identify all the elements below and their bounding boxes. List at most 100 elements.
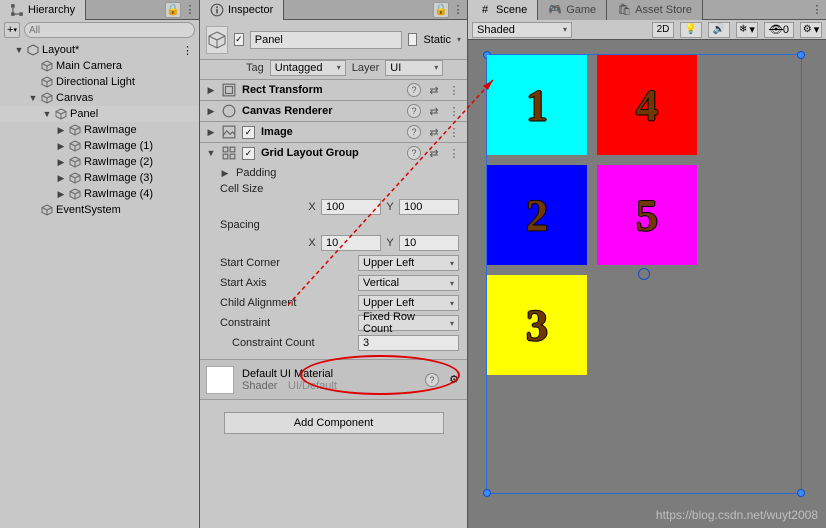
tag-dropdown[interactable]: Untagged▾ <box>270 60 346 76</box>
foldout-icon[interactable]: ▶ <box>56 189 66 199</box>
gizmos-toggle[interactable]: ⚙▾ <box>800 22 822 38</box>
constraint-value: Fixed Row Count <box>363 311 446 335</box>
hierarchy-search-input[interactable] <box>24 22 195 38</box>
grid-enabled-checkbox[interactable]: ✓ <box>242 147 255 160</box>
constraintcount-field[interactable]: 3 <box>358 335 459 351</box>
foldout-icon[interactable]: ▶ <box>56 125 66 135</box>
scene-tab[interactable]: # Scene <box>468 0 538 20</box>
hidden-toggle[interactable]: 👁0 <box>764 22 794 38</box>
grid-foldout[interactable]: ▼ <box>206 148 216 158</box>
foldout-icon[interactable] <box>28 205 38 215</box>
foldout-icon[interactable] <box>28 77 38 87</box>
gameobject-header: ✓ Static ▾ <box>200 20 467 60</box>
img-foldout[interactable]: ▶ <box>206 127 216 137</box>
gameobject-icon[interactable] <box>206 26 228 54</box>
startcorner-dropdown[interactable]: Upper Left▾ <box>358 255 459 271</box>
cellsize-x-field[interactable]: 100 <box>321 199 381 215</box>
image-enabled-checkbox[interactable]: ✓ <box>242 126 255 139</box>
spacing-y-field[interactable]: 10 <box>399 235 459 251</box>
cr-foldout[interactable]: ▶ <box>206 106 216 116</box>
context-menu-icon[interactable]: ⋮ <box>447 105 461 118</box>
mode-2d-toggle[interactable]: 2D <box>652 22 674 38</box>
tag-label: Tag <box>246 62 264 74</box>
cr-title: Canvas Renderer <box>242 105 401 117</box>
create-button[interactable]: +▾ <box>4 22 20 38</box>
audio-toggle[interactable]: 🔊 <box>708 22 730 38</box>
assetstore-tab[interactable]: 🛍 Asset Store <box>607 0 703 20</box>
cube-icon <box>68 187 82 201</box>
padding-foldout[interactable]: ▶ <box>220 168 230 178</box>
gameobject-name-field[interactable] <box>250 31 402 49</box>
hierarchy-tab[interactable]: Hierarchy <box>0 0 86 20</box>
tree-item-menu-icon[interactable]: ⋮ <box>182 44 197 57</box>
static-dropdown-icon[interactable]: ▾ <box>457 35 461 44</box>
scene-toolbar: Shaded▾ 2D 💡 🔊 ❄▾ 👁0 ⚙▾ <box>468 20 826 40</box>
scene-icon: # <box>478 3 492 17</box>
foldout-icon[interactable]: ▼ <box>14 45 24 55</box>
startaxis-value: Vertical <box>363 277 399 289</box>
help-icon[interactable]: ? <box>407 146 421 160</box>
startaxis-dropdown[interactable]: Vertical▾ <box>358 275 459 291</box>
add-component-button[interactable]: Add Component <box>224 412 444 434</box>
preset-icon[interactable]: ⇄ <box>427 105 441 118</box>
context-menu-icon[interactable]: ⋮ <box>447 147 461 160</box>
foldout-icon[interactable]: ▶ <box>56 173 66 183</box>
foldout-icon[interactable]: ▶ <box>56 157 66 167</box>
constraint-dropdown[interactable]: Fixed Row Count▾ <box>358 315 459 331</box>
tree-row[interactable]: Main Camera <box>0 58 199 74</box>
childalign-dropdown[interactable]: Upper Left▾ <box>358 295 459 311</box>
preset-icon[interactable]: ⇄ <box>427 126 441 139</box>
help-icon[interactable]: ? <box>407 125 421 139</box>
inspector-lock-icon[interactable]: 🔒 <box>433 2 449 18</box>
gear-icon[interactable]: ⚙ <box>447 373 461 387</box>
context-menu-icon[interactable]: ⋮ <box>447 126 461 139</box>
tree-row[interactable]: ▼Panel <box>0 106 199 122</box>
cube-icon <box>68 155 82 169</box>
rect-foldout[interactable]: ▶ <box>206 85 216 95</box>
game-tab[interactable]: 🎮 Game <box>538 0 607 20</box>
tree-item-label: Directional Light <box>56 76 135 88</box>
help-icon[interactable]: ? <box>425 373 439 387</box>
foldout-icon[interactable]: ▼ <box>28 93 38 103</box>
foldout-icon[interactable]: ▶ <box>56 141 66 151</box>
spacing-label: Spacing <box>220 219 352 231</box>
tree-row[interactable]: Directional Light <box>0 74 199 90</box>
game-tab-label: Game <box>566 4 596 16</box>
foldout-icon[interactable]: ▼ <box>42 109 52 119</box>
static-checkbox[interactable] <box>408 33 418 46</box>
tree-row[interactable]: ▶RawImage (4) <box>0 186 199 202</box>
help-icon[interactable]: ? <box>407 83 421 97</box>
help-icon[interactable]: ? <box>407 104 421 118</box>
foldout-icon[interactable] <box>28 61 38 71</box>
cube-icon <box>68 123 82 137</box>
inspector-menu-icon[interactable]: ⋮ <box>449 3 467 16</box>
context-menu-icon[interactable]: ⋮ <box>447 84 461 97</box>
spacing-x-field[interactable]: 10 <box>321 235 381 251</box>
cube-icon <box>40 59 54 73</box>
preset-icon[interactable]: ⇄ <box>427 147 441 160</box>
hierarchy-lock-icon[interactable]: 🔒 <box>165 2 181 18</box>
layer-dropdown[interactable]: UI▾ <box>385 60 443 76</box>
tree-row[interactable]: ▼Layout*⋮ <box>0 42 199 58</box>
shading-dropdown[interactable]: Shaded▾ <box>472 22 572 38</box>
tree-row[interactable]: ▶RawImage (2) <box>0 154 199 170</box>
tree-row[interactable]: ▶RawImage <box>0 122 199 138</box>
cellsize-y-field[interactable]: 100 <box>399 199 459 215</box>
material-preview[interactable] <box>206 366 234 394</box>
scene-menu-icon[interactable]: ⋮ <box>808 3 826 16</box>
startcorner-value: Upper Left <box>363 257 414 269</box>
fx-toggle[interactable]: ❄▾ <box>736 22 758 38</box>
inspector-tab[interactable]: Inspector <box>200 0 284 20</box>
hierarchy-menu-icon[interactable]: ⋮ <box>181 3 199 16</box>
recttransform-icon <box>222 83 236 97</box>
gameobject-active-checkbox[interactable]: ✓ <box>234 33 244 46</box>
tree-row[interactable]: EventSystem <box>0 202 199 218</box>
scene-view[interactable]: 12345 https://blog.csdn.net/wuyt2008 <box>468 40 826 528</box>
inspector-tabbar: Inspector 🔒 ⋮ <box>200 0 467 20</box>
tree-row[interactable]: ▶RawImage (1) <box>0 138 199 154</box>
tree-row[interactable]: ▶RawImage (3) <box>0 170 199 186</box>
tree-row[interactable]: ▼Canvas <box>0 90 199 106</box>
lighting-toggle[interactable]: 💡 <box>680 22 702 38</box>
grid-body: ▶Padding Cell Size X100 Y100 Spacing X10… <box>200 163 467 359</box>
preset-icon[interactable]: ⇄ <box>427 84 441 97</box>
